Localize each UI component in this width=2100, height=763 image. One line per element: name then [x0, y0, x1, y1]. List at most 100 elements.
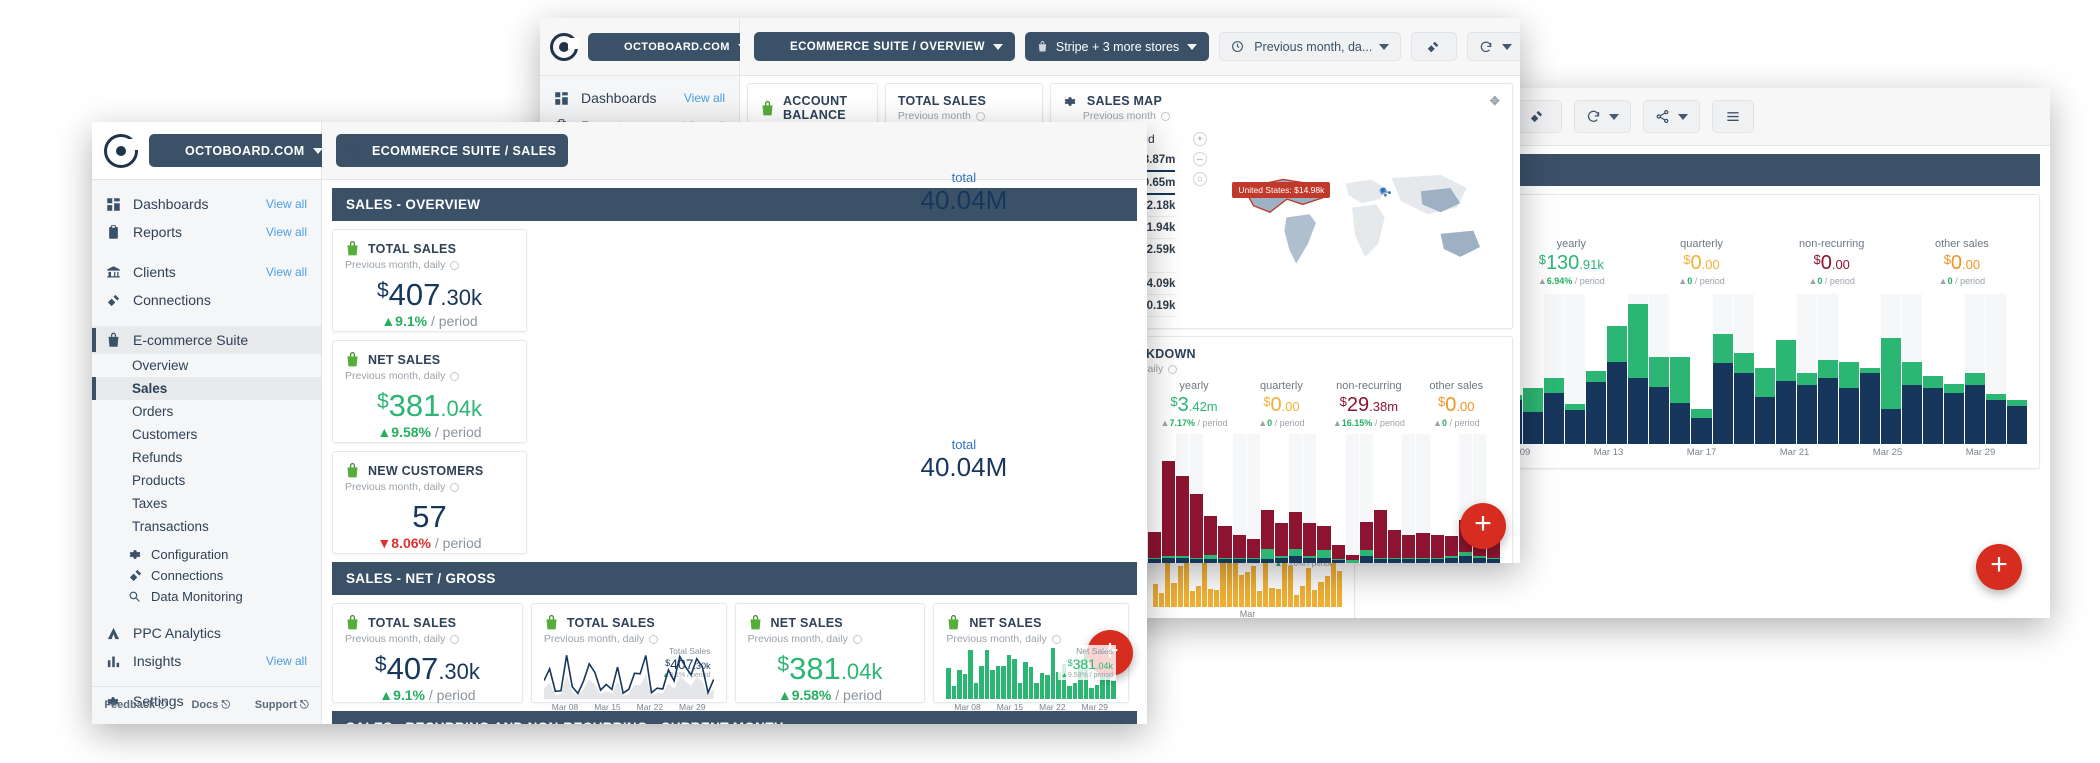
- mini-bar: [957, 669, 962, 699]
- view-all-link[interactable]: View all: [266, 265, 307, 279]
- info-icon[interactable]: [1051, 634, 1061, 644]
- info-icon[interactable]: [1168, 364, 1178, 374]
- bar-segment: [1289, 511, 1303, 549]
- bar-segment: [1880, 408, 1901, 444]
- sidebar-subitem-transactions[interactable]: Transactions: [92, 515, 321, 538]
- bar-column: [1817, 294, 1838, 444]
- sidebar-subitem-orders[interactable]: Orders: [92, 400, 321, 423]
- client-selector-front[interactable]: OCTOBOARD.COM: [149, 134, 335, 167]
- sidebar-subitem-taxes[interactable]: Taxes: [92, 492, 321, 515]
- bar-segment: [1565, 410, 1586, 444]
- sidebar-subitem-refunds[interactable]: Refunds: [92, 446, 321, 469]
- date-range-mid[interactable]: Previous month, da...: [1219, 32, 1402, 61]
- mini-bar: [1281, 559, 1287, 607]
- front-card-total-sales-2[interactable]: TOTAL SALES Previous month, daily $407.3…: [332, 603, 523, 703]
- sidebar-item-insights[interactable]: Insights View all: [92, 647, 321, 675]
- sidebar-subitem-products[interactable]: Products: [92, 469, 321, 492]
- plug-icon: [106, 293, 122, 308]
- add-widget-fab-mid[interactable]: +: [1460, 503, 1506, 549]
- zoom-reset-button[interactable]: ○: [1192, 172, 1207, 186]
- caret-up-icon: [106, 626, 122, 641]
- mini-bar: [1226, 559, 1232, 607]
- front-card-net-sales[interactable]: NET SALES Previous month, daily $381.04k…: [332, 340, 527, 443]
- bar-segment: [2006, 405, 2027, 444]
- axis-tick: Mar 21: [1779, 447, 1810, 458]
- bar-segment: [1430, 558, 1444, 563]
- sidebar-item-connections[interactable]: Connections: [92, 286, 321, 314]
- footer-link-support[interactable]: Support ⎋: [255, 699, 309, 712]
- mini-bar: [1039, 673, 1045, 699]
- sidebar-tool-connections[interactable]: Connections: [92, 565, 321, 586]
- add-widget-fab-back[interactable]: +: [1976, 544, 2022, 590]
- sidebar-item-reports[interactable]: Reports View all: [92, 218, 321, 246]
- sidebar-item-label: PPC Analytics: [133, 625, 221, 641]
- info-icon[interactable]: [450, 371, 460, 381]
- view-all-link[interactable]: View all: [266, 225, 307, 239]
- bar-segment: [1218, 525, 1232, 558]
- refresh-button-back[interactable]: [1574, 100, 1632, 133]
- refresh-icon: [1586, 109, 1602, 124]
- refresh-button-mid[interactable]: [1467, 32, 1520, 61]
- info-icon[interactable]: [450, 260, 460, 270]
- mini-bar: [968, 650, 973, 699]
- sidebar-tool-data-monitoring[interactable]: Data Monitoring: [92, 586, 321, 607]
- zoom-out-button[interactable]: –: [1192, 152, 1207, 166]
- bar-segment: [1670, 357, 1691, 403]
- footer-link-feedback[interactable]: Feedback ⎋: [104, 699, 167, 712]
- front-card-net-sales-2[interactable]: NET SALES Previous month, daily $381.04k…: [734, 603, 926, 703]
- view-all-link[interactable]: View all: [684, 91, 725, 105]
- card-subtitle: Previous month: [898, 110, 1030, 122]
- card-title: ACCOUNT BALANCE: [760, 94, 865, 122]
- plug-icon: [1426, 40, 1442, 54]
- front-card-total-sales[interactable]: TOTAL SALES Previous month, daily $407.3…: [332, 229, 527, 332]
- mini-bar: [1300, 586, 1306, 607]
- connections-button-mid[interactable]: [1411, 32, 1458, 61]
- info-icon[interactable]: [649, 634, 659, 644]
- footer-link-docs[interactable]: Docs ⎋: [191, 699, 230, 712]
- mini-bar: [1336, 570, 1342, 607]
- bar-segment: [1964, 373, 1985, 386]
- bar-segment: [1232, 534, 1246, 558]
- share-button-back[interactable]: [1643, 100, 1701, 133]
- mini-bar: [1257, 591, 1263, 607]
- sidebar-subitem-sales[interactable]: Sales: [92, 377, 321, 400]
- front-card-new-customers[interactable]: NEW CUSTOMERS Previous month, daily 57 ▼…: [332, 451, 527, 554]
- zoom-in-button[interactable]: +: [1192, 132, 1207, 146]
- sidebar-item-dashboards[interactable]: Dashboards View all: [92, 190, 321, 218]
- view-all-link[interactable]: View all: [266, 654, 307, 668]
- move-icon[interactable]: ✥: [1490, 94, 1500, 108]
- sidebar-subitem-label: Refunds: [132, 450, 183, 465]
- info-icon[interactable]: [1160, 111, 1170, 121]
- sidebar-item-ppc-analytics[interactable]: PPC Analytics: [92, 619, 321, 647]
- card-title-text: ACCOUNT BALANCE: [783, 94, 848, 122]
- sidebar-item-ecommerce-suite[interactable]: E-commerce Suite: [92, 326, 321, 354]
- info-icon[interactable]: [852, 634, 862, 644]
- client-selector-mid[interactable]: OCTOBOARD.COM: [588, 32, 760, 61]
- view-all-link[interactable]: View all: [266, 197, 307, 211]
- bag-icon: [347, 352, 358, 367]
- clock-icon: [1231, 40, 1247, 53]
- sidebar-subitem-overview[interactable]: Overview: [92, 354, 321, 377]
- bar-segment: [1317, 525, 1331, 551]
- bar-segment: [1359, 521, 1373, 551]
- info-icon[interactable]: [975, 111, 985, 121]
- front-chart-total-sales[interactable]: TOTAL SALES Previous month, daily Total …: [530, 603, 727, 712]
- info-icon[interactable]: [450, 482, 460, 492]
- world-map[interactable]: United States: $14.98k: [1224, 130, 1500, 317]
- external-link-icon: ⎋: [158, 699, 167, 711]
- menu-button-back[interactable]: [1712, 100, 1755, 133]
- front-chart-net-sales[interactable]: NET SALES Previous month, daily Net Sale…: [933, 603, 1129, 712]
- sidebar-tool-configuration[interactable]: Configuration: [92, 544, 321, 565]
- dashboard-selector-mid[interactable]: ECOMMERCE SUITE / OVERVIEW: [754, 32, 1015, 61]
- bar-segment: [1754, 396, 1775, 444]
- card-title-text: TOTAL SALES: [368, 615, 457, 630]
- info-icon[interactable]: [450, 634, 460, 644]
- sidebar-subitem-customers[interactable]: Customers: [92, 423, 321, 446]
- sidebar-item-clients[interactable]: Clients View all: [92, 258, 321, 286]
- gear-icon[interactable]: [1063, 95, 1079, 108]
- sidebar-item-dashboards[interactable]: Dashboards View all: [540, 84, 739, 112]
- store-selector-mid[interactable]: Stripe + 3 more stores: [1024, 32, 1210, 61]
- bar-segment: [1246, 558, 1260, 563]
- dashboard-selector-front[interactable]: ECOMMERCE SUITE / SALES: [336, 134, 569, 167]
- chevron-down-icon: [1502, 43, 1513, 50]
